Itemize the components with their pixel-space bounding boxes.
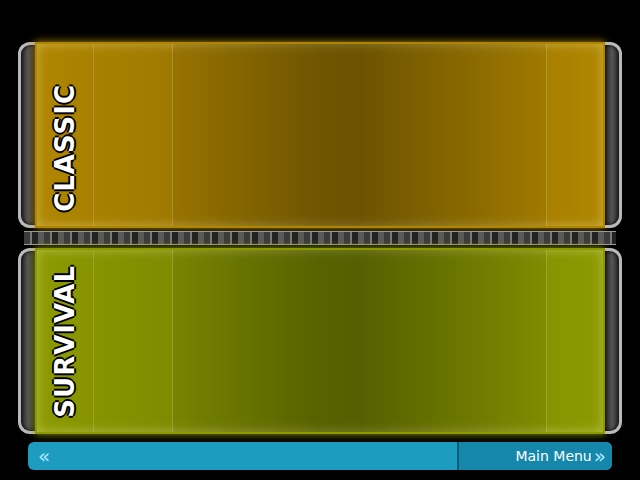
mode-label-column: CLASSIC <box>37 44 94 226</box>
bottom-bar: «Main Menu» <box>28 442 612 470</box>
metal-divider <box>24 228 616 248</box>
mode-label-column: SURVIVAL <box>37 250 94 432</box>
mode-panel[interactable]: CLASSIC <box>35 42 605 228</box>
mode-label: SURVIVAL <box>50 265 80 418</box>
main-menu-label: Main Menu <box>515 448 591 464</box>
divider-rail <box>24 231 616 245</box>
panel-cap <box>605 42 622 228</box>
back-button[interactable]: « <box>28 442 457 470</box>
mode-frame <box>172 250 547 432</box>
mode-body <box>94 44 603 226</box>
panel-cap <box>605 248 622 434</box>
main-menu-button[interactable]: Main Menu» <box>457 442 612 470</box>
mode-body <box>94 250 603 432</box>
panel-cap <box>18 248 35 434</box>
panel-cap <box>18 42 35 228</box>
mode-row: CLASSIC <box>0 42 640 228</box>
mode-frame <box>172 44 547 226</box>
mode-select-screen: CLASSICSURVIVAL«Main Menu» <box>0 0 640 480</box>
mode-panel[interactable]: SURVIVAL <box>35 248 605 434</box>
forward-arrow: » <box>594 446 606 466</box>
mode-label: CLASSIC <box>50 84 80 212</box>
mode-row: SURVIVAL <box>0 248 640 434</box>
